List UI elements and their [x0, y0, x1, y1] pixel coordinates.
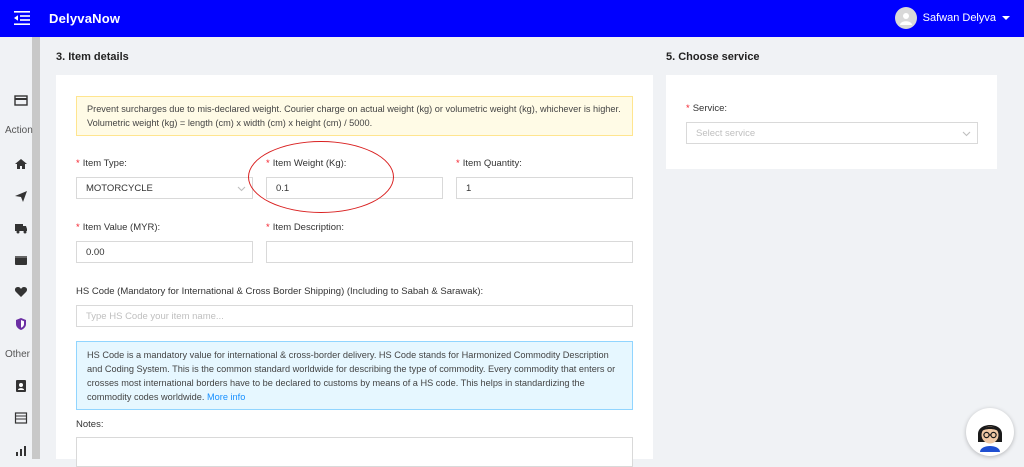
item-type-select[interactable]: MOTORCYCLE [76, 177, 253, 199]
item-type-label: * Item Type: [76, 158, 127, 169]
more-info-link[interactable]: More info [207, 392, 245, 402]
required-mark: * [456, 158, 460, 169]
required-mark: * [266, 222, 270, 233]
chevron-down-icon [237, 186, 246, 192]
sidebar: Action Other [0, 37, 40, 459]
sidebar-section-other: Other [5, 349, 31, 360]
item-value-label: * Item Value (MYR): [76, 222, 161, 233]
item-value-input[interactable]: 0.00 [76, 241, 253, 263]
support-agent-icon [978, 425, 1002, 452]
shield-icon[interactable] [14, 317, 28, 331]
avatar [894, 7, 917, 29]
heart-icon[interactable] [14, 285, 28, 299]
wallet-icon[interactable] [14, 253, 28, 267]
table-icon[interactable] [14, 411, 28, 425]
item-quantity-input[interactable]: 1 [456, 177, 633, 199]
service-select[interactable]: Select service [686, 122, 978, 144]
contacts-icon[interactable] [14, 379, 28, 393]
item-details-title: 3. Item details [56, 51, 129, 63]
user-menu[interactable]: Safwan Delyva [894, 7, 1010, 29]
required-mark: * [76, 158, 80, 169]
top-navigation-bar: DelyvaNow Safwan Delyva [0, 0, 1024, 37]
hs-code-input[interactable]: Type HS Code your item name... [76, 305, 633, 327]
service-label: * Service: [686, 103, 728, 114]
service-placeholder: Select service [696, 128, 756, 139]
required-mark: * [266, 158, 270, 169]
notes-textarea[interactable] [76, 437, 633, 467]
menu-fold-icon[interactable] [14, 11, 30, 25]
item-quantity-label: * Item Quantity: [456, 158, 522, 169]
sidebar-scrollbar[interactable] [32, 37, 40, 459]
hs-code-label: HS Code (Mandatory for International & C… [76, 286, 484, 297]
hs-code-info-box: HS Code is a mandatory value for interna… [76, 341, 633, 410]
item-type-value: MOTORCYCLE [86, 183, 153, 194]
bar-chart-icon[interactable] [14, 443, 28, 457]
brand-logo[interactable]: DelyvaNow [49, 11, 120, 26]
user-name: Safwan Delyva [922, 12, 996, 24]
weight-warning-notice: Prevent surcharges due to mis-declared w… [76, 96, 633, 136]
choose-service-title: 5. Choose service [666, 51, 760, 63]
user-icon [899, 13, 912, 25]
credit-card-icon[interactable] [14, 93, 28, 107]
send-icon[interactable] [14, 189, 28, 203]
caret-down-icon [1002, 16, 1010, 20]
notes-label: Notes: [76, 419, 104, 430]
required-mark: * [76, 222, 80, 233]
sidebar-section-action: Action [5, 125, 33, 136]
item-description-label: * Item Description: [266, 222, 344, 233]
truck-icon[interactable] [14, 221, 28, 235]
hs-code-info-text: HS Code is a mandatory value for interna… [87, 350, 616, 402]
item-weight-input[interactable]: 0.1 [266, 177, 443, 199]
chevron-down-icon [962, 131, 971, 137]
chat-support-button[interactable] [966, 408, 1014, 456]
item-description-input[interactable] [266, 241, 633, 263]
required-mark: * [686, 103, 690, 114]
home-icon[interactable] [14, 157, 28, 171]
item-weight-label: * Item Weight (Kg): [266, 158, 347, 169]
